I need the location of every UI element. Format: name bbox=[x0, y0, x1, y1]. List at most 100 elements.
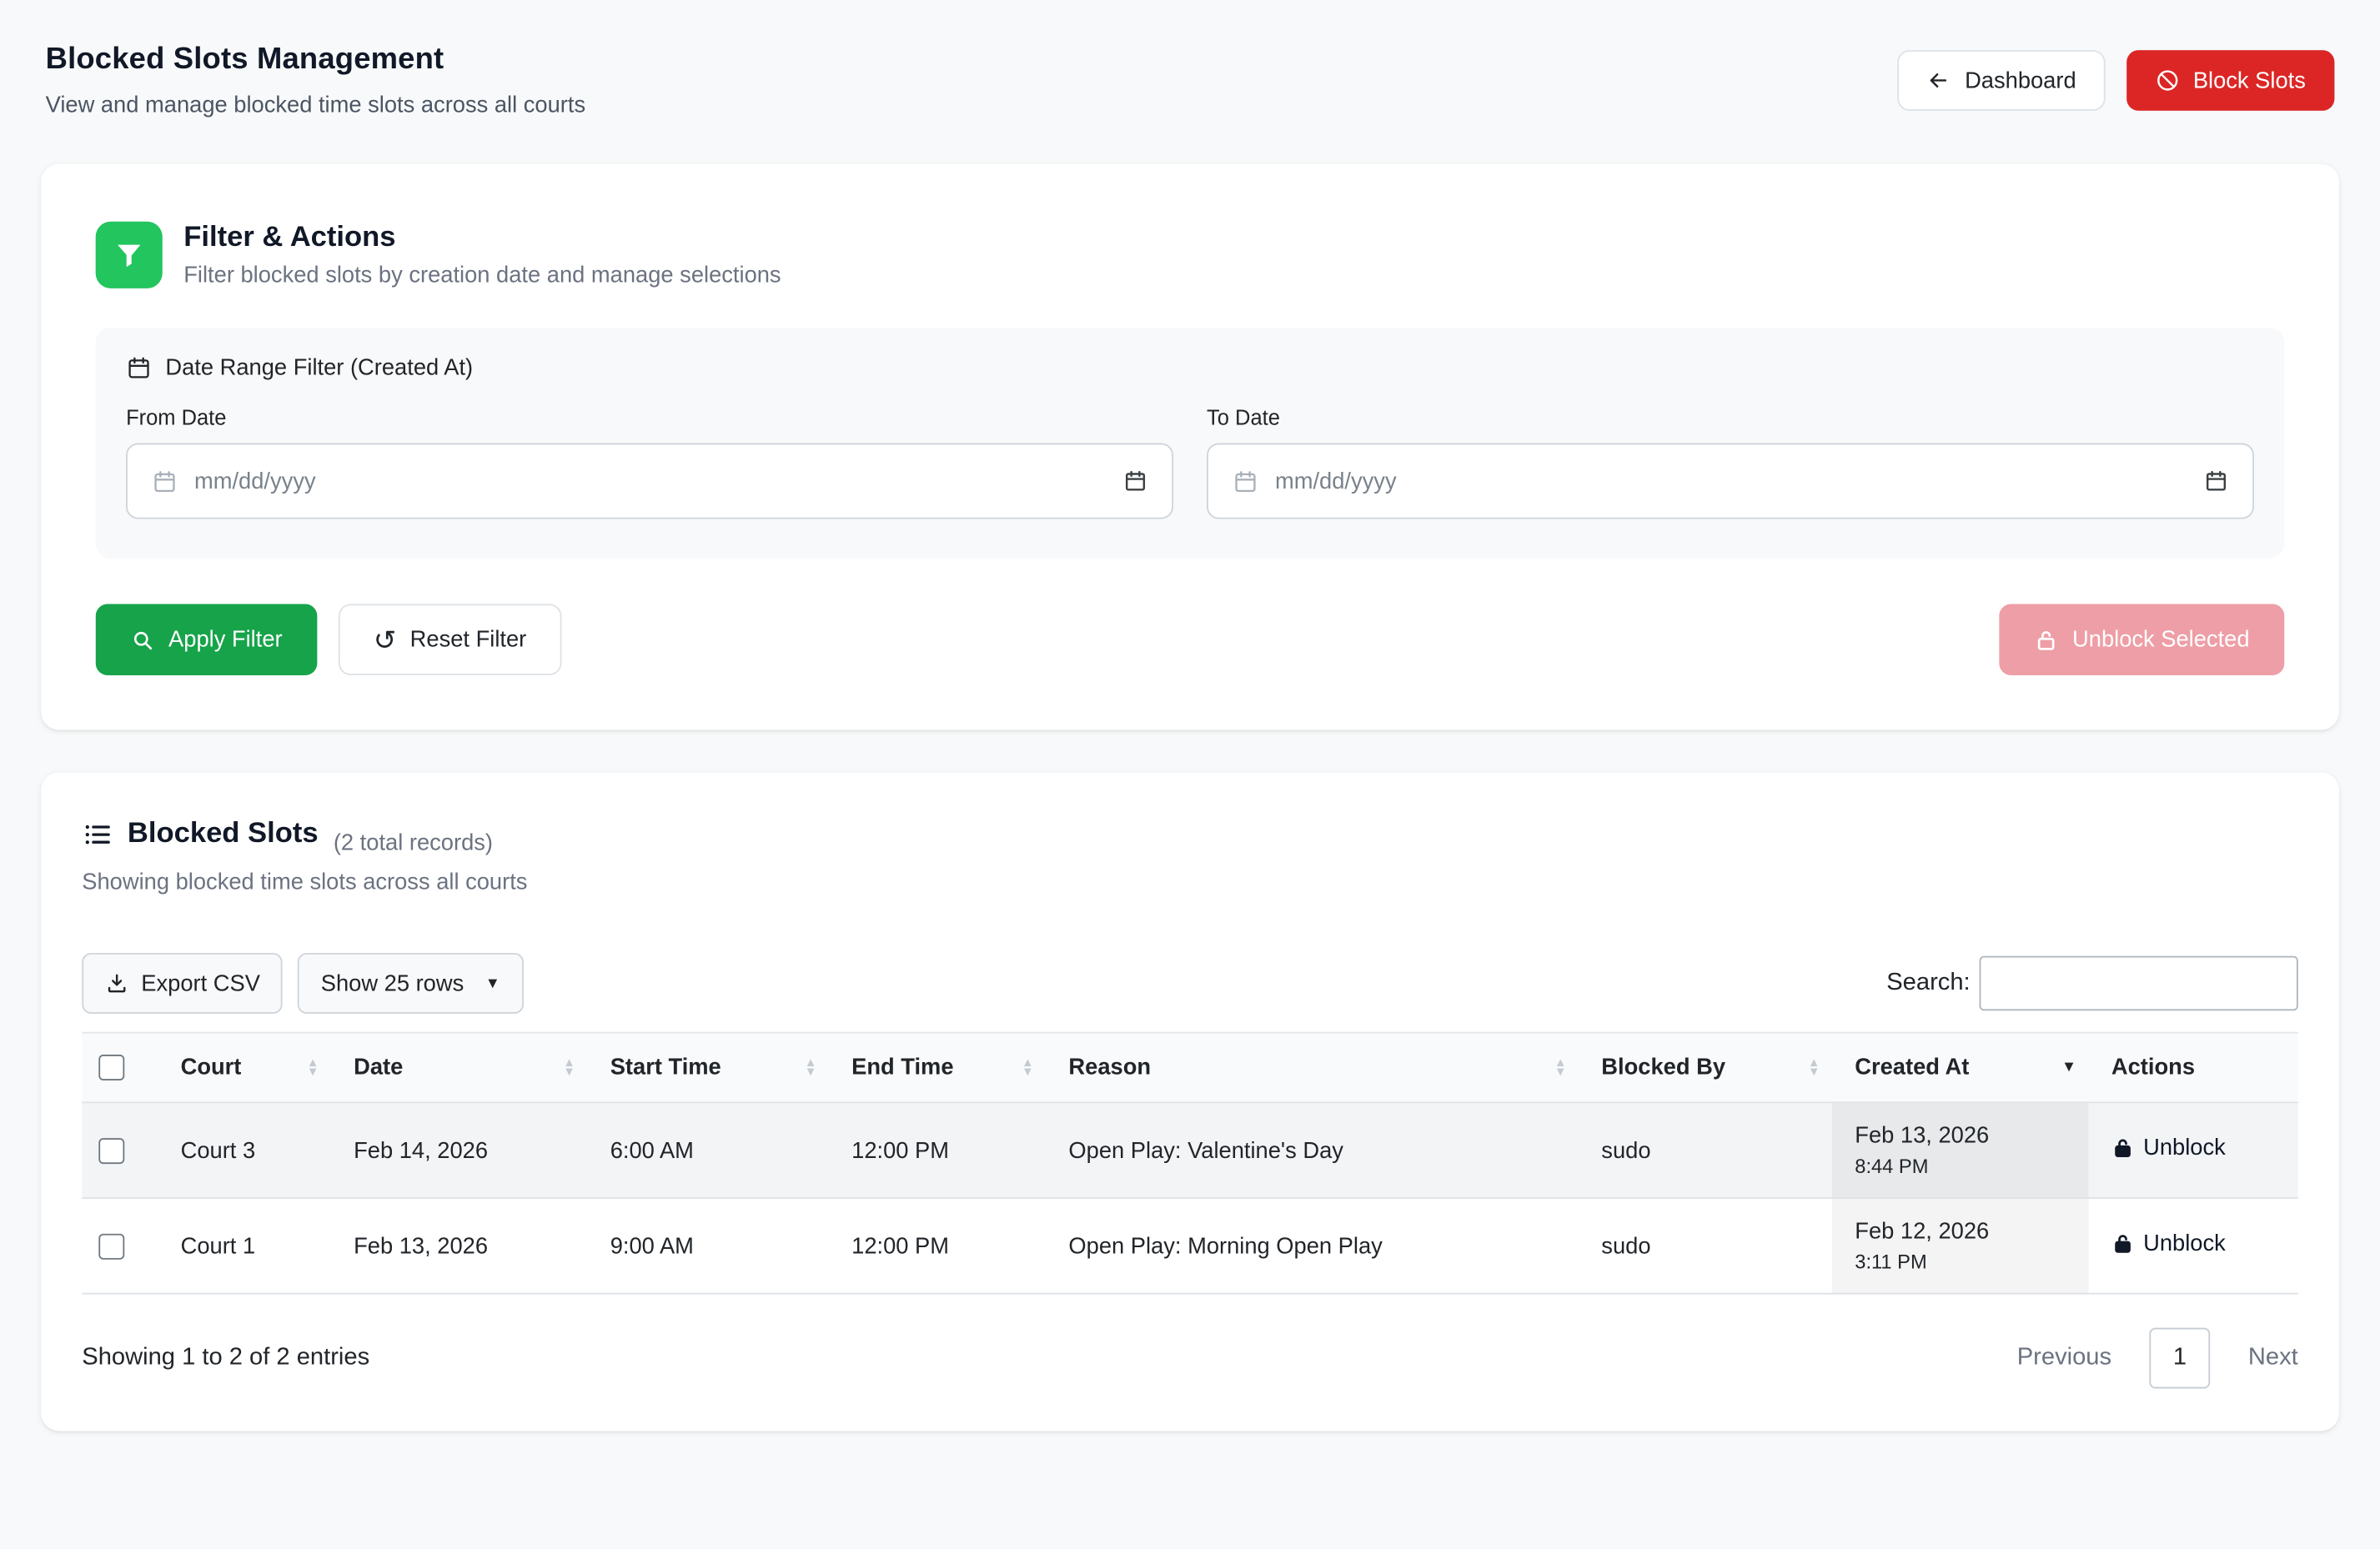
column-label: Start Time bbox=[610, 1055, 721, 1080]
table-row: Court 3 Feb 14, 2026 6:00 AM 12:00 PM Op… bbox=[82, 1102, 2297, 1198]
page-1-button[interactable]: 1 bbox=[2150, 1328, 2211, 1389]
blocked-by-cell: sudo bbox=[1579, 1198, 1832, 1294]
column-label: Court bbox=[181, 1055, 242, 1080]
search-icon bbox=[131, 628, 155, 652]
court-cell: Court 3 bbox=[158, 1102, 331, 1198]
filter-card-title: Filter & Actions bbox=[183, 222, 781, 255]
funnel-icon bbox=[114, 240, 144, 270]
page: Blocked Slots Management View and manage… bbox=[0, 0, 2380, 1549]
filter-card-titles: Filter & Actions Filter blocked slots by… bbox=[183, 222, 781, 288]
row-select-cell bbox=[82, 1102, 158, 1198]
column-header-date[interactable]: Date ▲▼ bbox=[331, 1033, 588, 1103]
search-wrap: Search: bbox=[1886, 956, 2298, 1011]
unblock-button[interactable]: Unblock bbox=[2111, 1231, 2226, 1256]
export-csv-label: Export CSV bbox=[141, 970, 260, 996]
created-time: 3:11 PM bbox=[1855, 1251, 2073, 1273]
to-date-field-group: To Date mm/dd/yyyy bbox=[1207, 405, 2254, 519]
start-time-cell: 6:00 AM bbox=[587, 1102, 828, 1198]
select-all-header-cell bbox=[82, 1033, 158, 1103]
reset-filter-button[interactable]: ↺ Reset Filter bbox=[339, 604, 561, 675]
reset-icon: ↺ bbox=[374, 626, 396, 654]
end-time-cell: 12:00 PM bbox=[829, 1102, 1046, 1198]
list-icon bbox=[82, 820, 112, 850]
created-date: Feb 12, 2026 bbox=[1855, 1219, 2073, 1245]
lock-icon bbox=[2111, 1232, 2134, 1255]
blocked-slots-card: Blocked Slots (2 total records) Showing … bbox=[41, 772, 2339, 1431]
export-csv-button[interactable]: Export CSV bbox=[82, 953, 283, 1014]
row-checkbox[interactable] bbox=[98, 1137, 124, 1163]
page-subtitle: View and manage blocked time slots acros… bbox=[46, 93, 586, 118]
unblock-button[interactable]: Unblock bbox=[2111, 1135, 2226, 1161]
court-cell: Court 1 bbox=[158, 1198, 331, 1294]
block-slots-button[interactable]: Block Slots bbox=[2126, 50, 2335, 111]
blocked-slots-table: Court ▲▼ Date ▲▼ Start Time ▲▼ End Time … bbox=[82, 1032, 2297, 1295]
download-icon bbox=[105, 971, 129, 995]
filter-actions-row: Apply Filter ↺ Reset Filter Unblock Sele… bbox=[96, 604, 2285, 675]
column-label: Actions bbox=[2111, 1055, 2195, 1080]
column-header-end-time[interactable]: End Time ▲▼ bbox=[829, 1033, 1046, 1103]
apply-filter-button[interactable]: Apply Filter bbox=[96, 604, 318, 675]
search-input[interactable] bbox=[1980, 956, 2298, 1011]
unblock-selected-label: Unblock Selected bbox=[2072, 627, 2249, 653]
sort-icons: ▲▼ bbox=[307, 1058, 319, 1077]
previous-page-button[interactable]: Previous bbox=[2017, 1345, 2111, 1372]
apply-filter-label: Apply Filter bbox=[168, 627, 283, 653]
table-row: Court 1 Feb 13, 2026 9:00 AM 12:00 PM Op… bbox=[82, 1198, 2297, 1294]
total-records-note: (2 total records) bbox=[334, 830, 493, 856]
filter-card-subtitle: Filter blocked slots by creation date an… bbox=[183, 263, 781, 288]
from-date-label: From Date bbox=[126, 405, 1173, 429]
page-size-label: Show 25 rows bbox=[321, 970, 464, 996]
sort-icons: ▲▼ bbox=[805, 1058, 816, 1077]
unblock-label: Unblock bbox=[2143, 1231, 2226, 1256]
page-size-select[interactable]: Show 25 rows ▼ bbox=[298, 953, 523, 1014]
arrow-left-icon bbox=[1927, 68, 1951, 93]
reason-cell: Open Play: Morning Open Play bbox=[1046, 1198, 1579, 1294]
column-label: Blocked By bbox=[1601, 1055, 1725, 1080]
date-range-panel: Date Range Filter (Created At) From Date… bbox=[96, 328, 2285, 559]
blocked-slots-title: Blocked Slots bbox=[128, 818, 319, 851]
block-slots-button-label: Block Slots bbox=[2193, 68, 2306, 93]
column-label: Created At bbox=[1855, 1055, 1969, 1080]
created-at-cell: Feb 12, 2026 3:11 PM bbox=[1832, 1198, 2089, 1294]
page-title: Blocked Slots Management bbox=[46, 43, 586, 78]
dashboard-button[interactable]: Dashboard bbox=[1898, 50, 2105, 111]
column-header-blocked-by[interactable]: Blocked By ▲▼ bbox=[1579, 1033, 1832, 1103]
to-date-input[interactable]: mm/dd/yyyy bbox=[1207, 443, 2254, 519]
from-date-placeholder: mm/dd/yyyy bbox=[194, 469, 316, 494]
header-actions: Dashboard Block Slots bbox=[1898, 50, 2334, 111]
date-picker-icon[interactable] bbox=[1123, 469, 1147, 493]
filter-actions-card: Filter & Actions Filter blocked slots by… bbox=[41, 164, 2339, 730]
date-range-title: Date Range Filter (Created At) bbox=[165, 355, 473, 381]
lock-icon bbox=[2111, 1136, 2134, 1159]
column-label: Date bbox=[354, 1055, 403, 1080]
page-header: Blocked Slots Management View and manage… bbox=[41, 43, 2339, 118]
row-checkbox[interactable] bbox=[98, 1233, 124, 1259]
from-date-field-group: From Date mm/dd/yyyy bbox=[126, 405, 1173, 519]
filter-icon-tile bbox=[96, 222, 163, 288]
unblock-label: Unblock bbox=[2143, 1135, 2226, 1161]
next-page-button[interactable]: Next bbox=[2248, 1345, 2298, 1372]
table-header: Court ▲▼ Date ▲▼ Start Time ▲▼ End Time … bbox=[82, 1033, 2297, 1103]
column-header-reason[interactable]: Reason ▲▼ bbox=[1046, 1033, 1579, 1103]
row-select-cell bbox=[82, 1198, 158, 1294]
column-header-court[interactable]: Court ▲▼ bbox=[158, 1033, 331, 1103]
column-header-created-at[interactable]: Created At ▲▼ bbox=[1832, 1033, 2089, 1103]
select-all-checkbox[interactable] bbox=[98, 1055, 124, 1080]
pagination: Previous 1 Next bbox=[2017, 1328, 2298, 1389]
from-date-input[interactable]: mm/dd/yyyy bbox=[126, 443, 1173, 519]
table-body: Court 3 Feb 14, 2026 6:00 AM 12:00 PM Op… bbox=[82, 1102, 2297, 1293]
table-toolbar: Export CSV Show 25 rows ▼ Search: bbox=[82, 953, 2297, 1014]
lock-icon bbox=[2035, 628, 2059, 652]
column-label: End Time bbox=[851, 1055, 953, 1080]
date-picker-icon[interactable] bbox=[2204, 469, 2228, 493]
reset-filter-label: Reset Filter bbox=[410, 627, 527, 653]
column-label: Reason bbox=[1068, 1055, 1151, 1080]
date-range-grid: From Date mm/dd/yyyy To Date bbox=[126, 405, 2254, 519]
created-date: Feb 13, 2026 bbox=[1855, 1123, 2073, 1149]
unblock-selected-button[interactable]: Unblock Selected bbox=[2000, 604, 2285, 675]
blocked-slots-header: Blocked Slots (2 total records) bbox=[82, 818, 2297, 856]
sort-icons: ▲▼ bbox=[1808, 1058, 1820, 1077]
column-header-start-time[interactable]: Start Time ▲▼ bbox=[587, 1033, 828, 1103]
actions-cell: Unblock bbox=[2089, 1198, 2298, 1294]
to-date-label: To Date bbox=[1207, 405, 2254, 429]
